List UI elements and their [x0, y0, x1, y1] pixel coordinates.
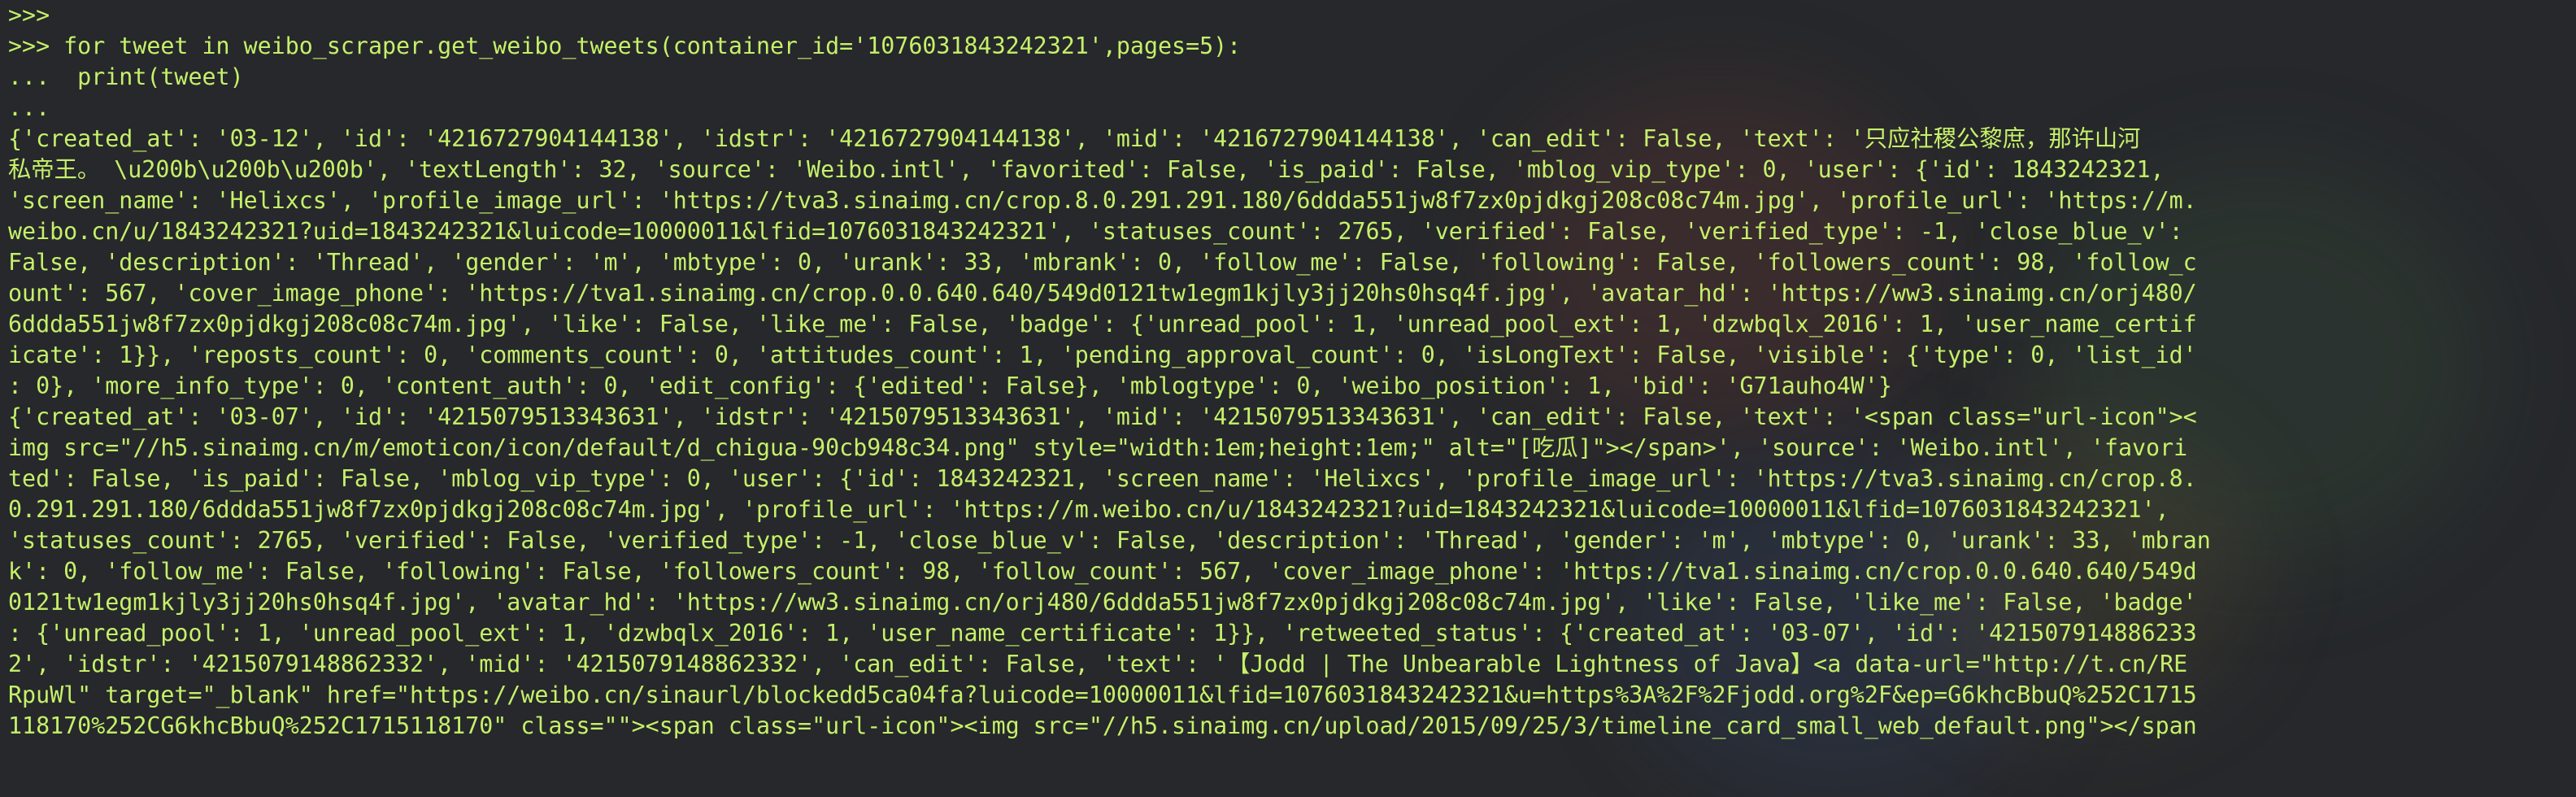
terminal-line: k': 0, 'follow_me': False, 'following': … — [8, 558, 2197, 585]
terminal-line: ted': False, 'is_paid': False, 'mblog_vi… — [8, 465, 2197, 492]
terminal-line: {'created_at': '03-07', 'id': '421507951… — [8, 403, 2197, 430]
terminal-line: : {'unread_pool': 1, 'unread_pool_ext': … — [8, 620, 2197, 647]
terminal-line: img src="//h5.sinaimg.cn/m/emoticon/icon… — [8, 434, 2188, 461]
terminal-line: 'screen_name': 'Helixcs', 'profile_image… — [8, 187, 2197, 214]
terminal-line: RpuWl" target="_blank" href="https://wei… — [8, 682, 2197, 708]
terminal-line: weibo.cn/u/1843242321?uid=1843242321&lui… — [8, 218, 2183, 245]
terminal-line: >>> for tweet in weibo_scraper.get_weibo… — [8, 33, 1242, 59]
terminal-line: {'created_at': '03-12', 'id': '421672790… — [8, 125, 2141, 152]
terminal-line: 6ddda551jw8f7zx0pjdkgj208c08c74m.jpg', '… — [8, 311, 2197, 338]
terminal-line: ount': 567, 'cover_image_phone': 'https:… — [8, 280, 2197, 307]
terminal-line: 2', 'idstr': '4215079148862332', 'mid': … — [8, 651, 2188, 677]
terminal-line: ... print(tweet) — [8, 63, 244, 90]
terminal-line: >>> — [8, 2, 50, 28]
terminal-line: 私帝王。 \u200b\u200b\u200b', 'textLength': … — [8, 156, 2165, 183]
terminal-line: 0.291.291.180/6ddda551jw8f7zx0pjdkgj208c… — [8, 496, 2169, 523]
terminal-line: 0121tw1egm1kjly3jj20hs0hsq4f.jpg', 'avat… — [8, 589, 2197, 616]
terminal-line: 118170%252CG6khcBbuQ%252C1715118170" cla… — [8, 712, 2197, 739]
terminal-line: : 0}, 'more_info_type': 0, 'content_auth… — [8, 372, 1892, 399]
terminal-output[interactable]: >>> >>> for tweet in weibo_scraper.get_w… — [0, 0, 2576, 745]
terminal-line: icate': 1}}, 'reposts_count': 0, 'commen… — [8, 342, 2197, 368]
terminal-line: 'statuses_count': 2765, 'verified': Fals… — [8, 527, 2211, 554]
terminal-line: False, 'description': 'Thread', 'gender'… — [8, 249, 2197, 276]
terminal-line: ... — [8, 94, 50, 121]
